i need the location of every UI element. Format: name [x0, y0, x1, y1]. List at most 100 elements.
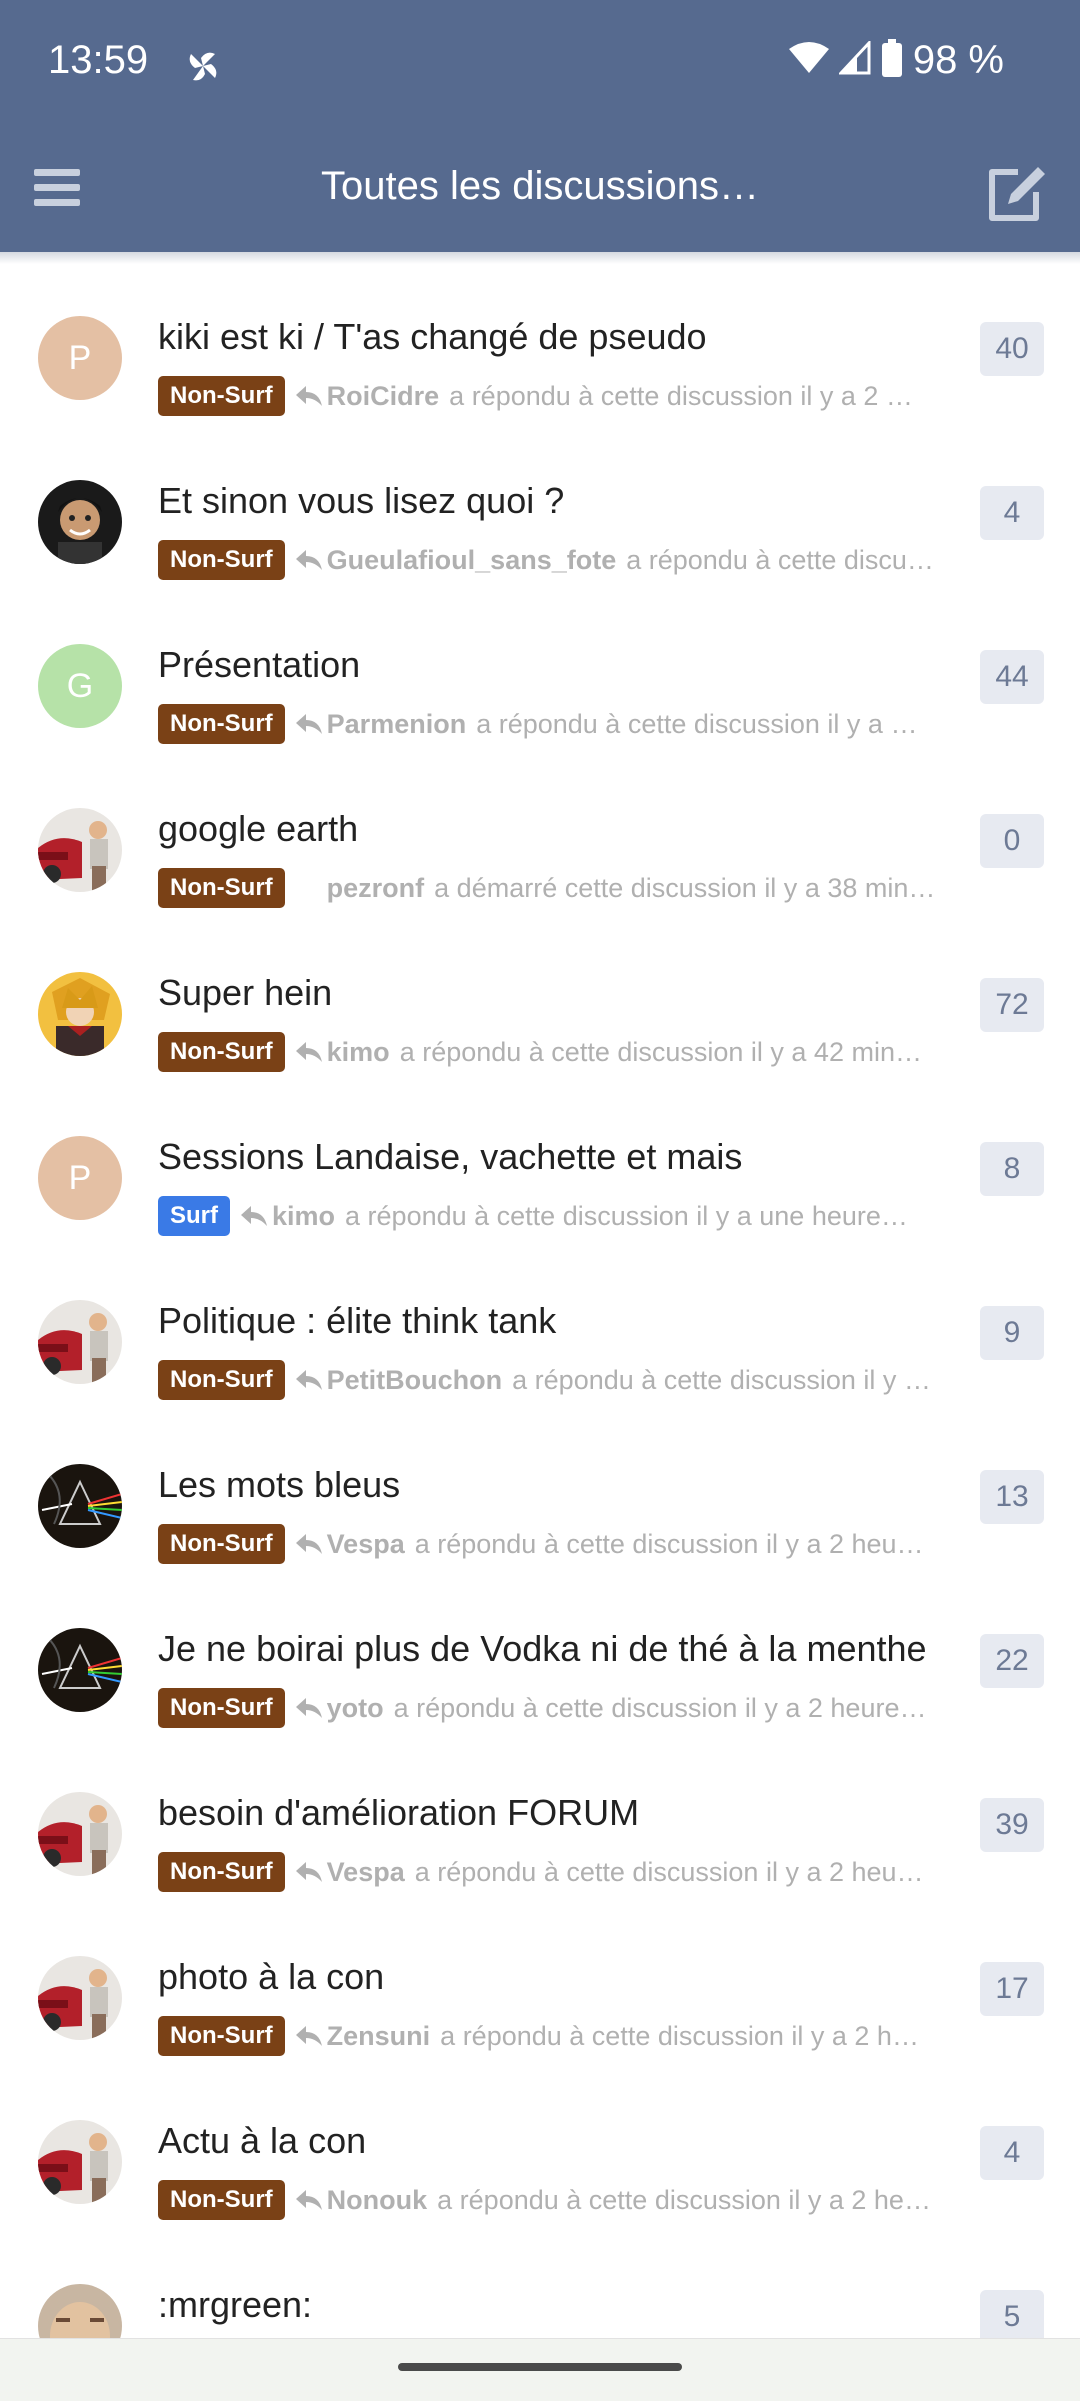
gesture-handle[interactable] [398, 2363, 682, 2371]
signal-icon [837, 39, 871, 80]
discussion-row[interactable]: :mrgreen: 5 [0, 2232, 1080, 2338]
discussion-activity: a répondu à cette discussion il y a … [476, 708, 918, 739]
discussion-activity: a répondu à cette discussion il y a 2 h… [440, 2020, 919, 2051]
discussion-activity: a répondu à cette discussion il y a 2 he… [393, 1692, 927, 1723]
reply-count-badge: 22 [980, 1634, 1044, 1688]
discussion-user[interactable]: PetitBouchon [327, 1365, 503, 1396]
status-bar: 13:59 98 % [0, 0, 1080, 130]
discussion-list[interactable]: Pkiki est ki / T'as changé de pseudo Non-… [0, 264, 1080, 2338]
avatar-letter: P [68, 1158, 92, 1197]
avatar [38, 1300, 122, 1384]
reply-icon [295, 2186, 327, 2214]
avatar [38, 2284, 122, 2338]
discussion-meta: Non-Surf Vespa a répondu à cette discussio… [158, 1852, 950, 1892]
tag-non-surf[interactable]: Non-Surf [158, 2180, 285, 2220]
discussion-title[interactable]: Je ne boirai plus de Vodka ni de thé à l… [158, 1628, 927, 1670]
compose-icon[interactable] [984, 160, 1050, 224]
discussion-user[interactable]: RoiCidre [327, 381, 440, 412]
discussion-activity: a répondu à cette discussion il y a 2 he… [414, 1856, 924, 1887]
reply-count-badge: 17 [980, 1962, 1044, 2016]
avatar-letter: G [66, 666, 94, 705]
avatar [38, 1792, 122, 1876]
discussion-title[interactable]: photo à la con [158, 1956, 384, 1998]
discussion-title[interactable]: Actu à la con [158, 2120, 366, 2162]
tag-non-surf[interactable]: Non-Surf [158, 376, 285, 416]
discussion-row[interactable]: photo à la con Non-Surf Zensuni a répondu à… [0, 1904, 1080, 2068]
discussion-row[interactable]: Actu à la con Non-Surf Nonouk a répondu à c… [0, 2068, 1080, 2232]
reply-icon [295, 1038, 327, 1066]
reply-icon [295, 1366, 327, 1394]
avatar: G [38, 644, 122, 728]
avatar [38, 480, 122, 564]
discussion-title[interactable]: kiki est ki / T'as changé de pseudo [158, 316, 707, 358]
discussion-title[interactable]: Les mots bleus [158, 1464, 400, 1506]
discussion-row[interactable]: Politique : élite think tank Non-Surf Peti… [0, 1248, 1080, 1412]
reply-icon [240, 1202, 272, 1230]
discussion-meta: Non-Surf kimo a répondu à cette discussion… [158, 1032, 950, 1072]
tag-surf[interactable]: Surf [158, 1196, 230, 1236]
discussion-meta: Non-Surf Parmenion a répondu à cette discu… [158, 704, 950, 744]
discussion-meta: Non-Surf Vespa a répondu à cette discussio… [158, 1524, 950, 1564]
status-icons: 98 % [788, 38, 1004, 83]
reply-icon [295, 2022, 327, 2050]
discussion-meta: Non-Surf Gueulafioul_sans_fote a répondu à… [158, 540, 950, 580]
discussion-user[interactable]: yoto [327, 1693, 384, 1724]
discussion-title[interactable]: besoin d'amélioration FORUM [158, 1792, 639, 1834]
discussion-user[interactable]: Parmenion [327, 709, 467, 740]
tag-non-surf[interactable]: Non-Surf [158, 2016, 285, 2056]
reply-count-badge: 4 [980, 486, 1044, 540]
discussion-title[interactable]: google earth [158, 808, 358, 850]
discussion-title[interactable]: :mrgreen: [158, 2284, 312, 2326]
tag-non-surf[interactable]: Non-Surf [158, 1032, 285, 1072]
discussion-row[interactable]: google earth Non-Surf pezronf a démarré cet… [0, 756, 1080, 920]
discussion-user[interactable]: Gueulafioul_sans_fote [327, 545, 617, 576]
battery-icon [881, 39, 903, 82]
tag-non-surf[interactable]: Non-Surf [158, 540, 285, 580]
discussion-row[interactable]: G Présentation Non-Surf Parmenion a répondu … [0, 592, 1080, 756]
reply-count-badge: 4 [980, 2126, 1044, 2180]
discussion-title[interactable]: Et sinon vous lisez quoi ? [158, 480, 564, 522]
tag-non-surf[interactable]: Non-Surf [158, 1360, 285, 1400]
avatar [38, 2120, 122, 2204]
discussion-user[interactable]: Zensuni [327, 2021, 431, 2052]
discussion-row[interactable]: Super hein Non-Surf kimo a répondu à cette … [0, 920, 1080, 1084]
discussion-user[interactable]: Vespa [327, 1529, 405, 1560]
discussion-row[interactable]: Pkiki est ki / T'as changé de pseudo Non-… [0, 264, 1080, 428]
avatar [38, 1956, 122, 2040]
discussion-activity: a répondu à cette discu… [626, 544, 934, 575]
avatar-letter: P [68, 338, 92, 377]
tag-non-surf[interactable]: Non-Surf [158, 1852, 285, 1892]
discussion-row[interactable]: P Sessions Landaise, vachette et mais Surf… [0, 1084, 1080, 1248]
reply-count-badge: 9 [980, 1306, 1044, 1360]
avatar: P [38, 1136, 122, 1220]
app-bar-shadow [0, 252, 1080, 264]
reply-icon [295, 382, 327, 410]
tag-non-surf[interactable]: Non-Surf [158, 868, 285, 908]
discussion-row[interactable]: Je ne boirai plus de Vodka ni de thé à l… [0, 1576, 1080, 1740]
discussion-row[interactable]: Les mots bleus Non-Surf Vespa a répondu à c… [0, 1412, 1080, 1576]
discussion-title[interactable]: Présentation [158, 644, 360, 686]
discussion-user[interactable]: pezronf [327, 873, 425, 904]
discussion-user[interactable]: kimo [272, 1201, 335, 1232]
discussion-title[interactable]: Sessions Landaise, vachette et mais [158, 1136, 742, 1178]
discussion-user[interactable]: Vespa [327, 1857, 405, 1888]
discussion-title[interactable]: Super hein [158, 972, 332, 1014]
tag-non-surf[interactable]: Non-Surf [158, 1688, 285, 1728]
discussion-user[interactable]: kimo [327, 1037, 390, 1068]
wifi-icon [788, 41, 829, 80]
app-bar: 13:59 98 % Toutes les discussions… [0, 0, 1080, 252]
reply-count-badge: 5 [980, 2290, 1044, 2338]
reply-count-badge: 72 [980, 978, 1044, 1032]
pinwheel-icon [183, 46, 223, 86]
reply-count-badge: 13 [980, 1470, 1044, 1524]
discussion-meta: Surf kimo a répondu à cette discussion il … [158, 1196, 950, 1236]
discussion-row[interactable]: besoin d'amélioration FORUM Non-Surf Vespa… [0, 1740, 1080, 1904]
discussion-activity: a répondu à cette discussion il y a 2 … [449, 380, 913, 411]
tag-non-surf[interactable]: Non-Surf [158, 704, 285, 744]
discussion-activity: a répondu à cette discussion il y a une … [345, 1200, 908, 1231]
discussion-meta: Non-Surf pezronf a démarré cette discussio… [158, 868, 950, 908]
tag-non-surf[interactable]: Non-Surf [158, 1524, 285, 1564]
discussion-user[interactable]: Nonouk [327, 2185, 428, 2216]
discussion-row[interactable]: Et sinon vous lisez quoi ? Non-Surf Gueula… [0, 428, 1080, 592]
discussion-title[interactable]: Politique : élite think tank [158, 1300, 556, 1342]
